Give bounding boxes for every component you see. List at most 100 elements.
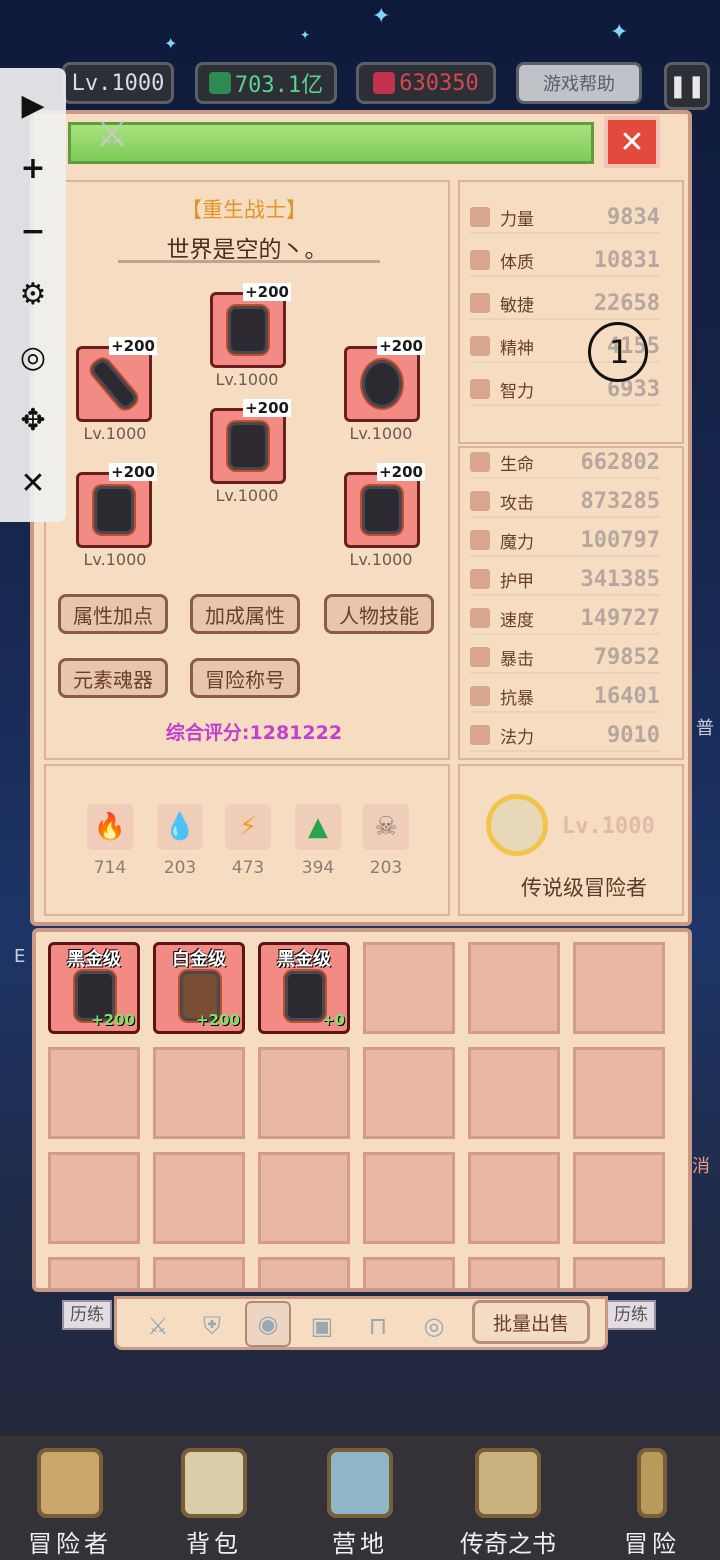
name-divider [118,260,380,263]
star-icon: ✦ [164,34,178,53]
inventory-grid: 黑金级 +200 白金级 +200 黑金级 +0 [32,928,692,1292]
tab-ring[interactable]: ◎ [417,1309,451,1343]
slot-plus: +200 [109,463,157,481]
inventory-slot-empty[interactable] [573,1047,665,1139]
inventory-slot-empty[interactable] [258,1152,350,1244]
inventory-slot-empty[interactable] [363,942,455,1034]
tab-helmet[interactable]: ◉ [245,1301,291,1347]
inventory-slot-empty[interactable] [468,942,560,1034]
minus-icon[interactable]: − [20,216,45,247]
stat-intelligence: 智力 6933 [470,374,660,406]
close-icon[interactable]: ✕ [20,469,45,499]
bulk-sell-button[interactable]: 批量出售 [472,1300,590,1344]
element-soul-button[interactable]: 元素魂器 [58,658,168,698]
inventory-item[interactable]: 白金级 +200 [153,942,245,1034]
item-bonus: +200 [91,1011,135,1029]
nav-backpack[interactable]: 背包 [154,1448,274,1559]
camp-icon [327,1448,393,1518]
element-earth[interactable]: ▲ 394 [292,804,344,878]
plus-icon[interactable]: + [20,153,45,184]
inventory-slot-empty[interactable] [573,1257,665,1288]
legend-emblem-icon [486,794,548,856]
element-value: 203 [369,858,403,878]
pause-button[interactable]: ❚❚ [664,62,710,110]
game-help-button[interactable]: 游戏帮助 [516,62,642,104]
stat-strength: 力量 9834 [470,202,660,234]
tab-armor[interactable]: ▣ [305,1309,339,1343]
inventory-slot-empty[interactable] [48,1152,140,1244]
nav-legend-book[interactable]: 传奇之书 [448,1448,568,1559]
inventory-slot-empty[interactable] [363,1257,455,1288]
stat-agility: 敏捷 22658 [470,288,660,320]
equip-slot-sword[interactable]: +200 [76,337,157,422]
armor-icon [228,422,268,470]
eye-off-icon[interactable]: ◎ [20,343,46,373]
inventory-slot-empty[interactable] [573,942,665,1034]
tab-shield[interactable]: ⛨ [195,1309,229,1343]
edge-text: E [14,946,26,967]
nav-adventurer[interactable]: 冒险者 [10,1448,130,1559]
character-skills-button[interactable]: 人物技能 [324,594,434,634]
equip-slot-helmet[interactable]: +200 [210,283,291,368]
inventory-slot-empty[interactable] [363,1047,455,1139]
close-panel-button[interactable]: ✕ [604,116,660,168]
slot-level: Lv.1000 [83,424,147,443]
star-stat-icon [470,336,490,356]
slot-level: Lv.1000 [349,424,413,443]
inventory-item[interactable]: 黑金级 +200 [48,942,140,1034]
training-tag-right[interactable]: 历练 [606,1300,656,1330]
nav-camp[interactable]: 营地 [300,1448,420,1559]
armor-icon: ▣ [310,1312,334,1340]
tab-table[interactable]: ⊓ [361,1309,395,1343]
stat-armor: 护甲 341385 [470,564,660,596]
inventory-slot-empty[interactable] [573,1152,665,1244]
stat-speed: 速度 149727 [470,603,660,635]
inventory-slot-empty[interactable] [363,1152,455,1244]
inventory-slot-empty[interactable] [153,1257,245,1288]
wand-icon [470,530,490,550]
element-fire[interactable]: 🔥 714 [84,804,136,878]
bonus-attributes-button[interactable]: 加成属性 [190,594,300,634]
ring-icon: ◎ [423,1312,445,1340]
element-skull[interactable]: ☠ 203 [360,804,412,878]
gem-icon [373,72,396,94]
element-value: 203 [163,858,197,878]
equip-slot-shield[interactable]: +200 [344,337,425,422]
slot-plus: +200 [377,337,425,355]
equip-slot-boots[interactable]: +200 [344,463,425,548]
star-icon: ✦ [300,28,311,42]
gear-icon[interactable]: ⚙ [20,279,47,310]
book-icon [475,1448,541,1518]
inventory-slot-empty[interactable] [468,1047,560,1139]
inventory-slot-empty[interactable] [48,1257,140,1288]
element-water[interactable]: 💧 203 [154,804,206,878]
inventory-slot-empty[interactable] [153,1152,245,1244]
crit-icon [470,647,490,667]
inventory-slot-empty[interactable] [258,1047,350,1139]
slot-level: Lv.1000 [349,550,413,569]
play-icon[interactable]: ▶ [21,90,44,121]
training-tag-left[interactable]: 历练 [62,1300,112,1330]
inventory-slot-empty[interactable] [468,1257,560,1288]
lightning-icon: ⚡ [225,804,271,850]
tab-weapon[interactable]: ⚔ [141,1309,175,1343]
inventory-slot-empty[interactable] [48,1047,140,1139]
inventory-slot-empty[interactable] [468,1152,560,1244]
adventure-title-button[interactable]: 冒险称号 [190,658,300,698]
equip-slot-gloves[interactable]: +200 [76,463,157,548]
inventory-slot-empty[interactable] [258,1257,350,1288]
heart-icon [470,452,490,472]
helmet-icon: ◉ [257,1310,279,1338]
nav-label: 冒险者 [28,1530,112,1558]
element-lightning[interactable]: ⚡ 473 [222,804,274,878]
attribute-points-button[interactable]: 属性加点 [58,594,168,634]
water-icon: 💧 [157,804,203,850]
earth-icon: ▲ [295,804,341,850]
inventory-item[interactable]: 黑金级 +0 [258,942,350,1034]
move-icon[interactable]: ✥ [20,406,45,436]
inventory-slot-empty[interactable] [153,1047,245,1139]
sword-icon [88,356,140,412]
nav-adventure[interactable]: 冒险 [592,1448,712,1559]
equip-slot-armor[interactable]: +200 [210,399,291,484]
shield-stat-icon [470,569,490,589]
